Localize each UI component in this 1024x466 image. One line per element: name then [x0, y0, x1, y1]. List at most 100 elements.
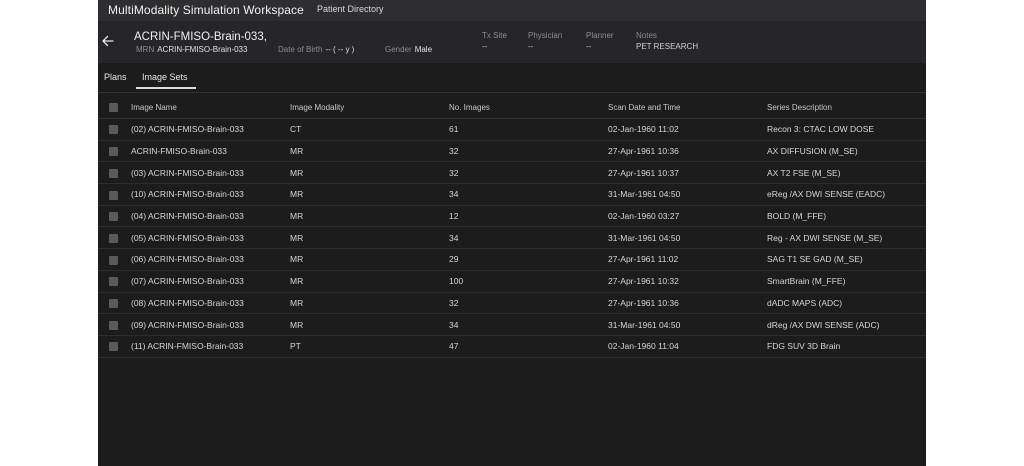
row-checkbox[interactable]: [109, 147, 118, 157]
table-row[interactable]: (08) ACRIN-FMISO-Brain-033 MR 32 27-Apr-196…: [98, 292, 926, 315]
table-row[interactable]: (06) ACRIN-FMISO-Brain-033 MR 29 27-Apr-196…: [98, 248, 926, 271]
image-count-cell: 32: [449, 292, 608, 315]
row-select-cell: [98, 313, 131, 336]
image-count-cell: 47: [449, 335, 608, 358]
row-checkbox[interactable]: [109, 168, 118, 178]
gender-info: Gender Male: [385, 45, 432, 54]
row-select-cell: [98, 248, 131, 271]
image-count-cell: 12: [449, 205, 608, 228]
table-row[interactable]: ACRIN-FMISO-Brain-033 MR 32 27-Apr-1961 10:…: [98, 140, 926, 163]
scan-date-cell: 27-Apr-1961 10:36: [608, 292, 767, 315]
image-name-cell: (11) ACRIN-FMISO-Brain-033: [131, 335, 290, 358]
app-window: MultiModality Simulation Workspace Patie…: [98, 0, 926, 466]
modality-cell: CT: [290, 118, 449, 141]
image-sets-table: Image Name Image Modality No. Images Sca…: [98, 96, 926, 358]
image-count-cell: 34: [449, 313, 608, 336]
col-header-series-description[interactable]: Series Description: [767, 96, 926, 119]
row-select-cell: [98, 292, 131, 315]
image-name-cell: (03) ACRIN-FMISO-Brain-033: [131, 161, 290, 185]
modality-cell: MR: [290, 313, 449, 336]
table-header-row: Image Name Image Modality No. Images Sca…: [98, 96, 926, 119]
patient-name: ACRIN-FMISO-Brain-033,: [134, 31, 267, 43]
image-count-cell: 61: [449, 118, 608, 141]
table-row[interactable]: (05) ACRIN-FMISO-Brain-033 MR 34 31-Mar-196…: [98, 226, 926, 250]
tx-site-field: Tx Site --: [482, 31, 507, 51]
tab-image-sets[interactable]: Image Sets: [136, 72, 195, 89]
image-name-cell: (09) ACRIN-FMISO-Brain-033: [131, 313, 290, 336]
row-select-cell: [98, 183, 131, 206]
series-description-cell: SAG T1 SE GAD (M_SE): [767, 248, 926, 271]
table-row[interactable]: (03) ACRIN-FMISO-Brain-033 MR 32 27-Apr-196…: [98, 161, 926, 185]
select-all-checkbox[interactable]: [109, 102, 118, 112]
row-checkbox[interactable]: [109, 212, 118, 222]
series-description-cell: Reg - AX DWI SENSE (M_SE): [767, 226, 926, 250]
dob-label: Date of Birth: [278, 45, 323, 54]
notes-value: PET RESEARCH: [636, 42, 699, 51]
modality-cell: MR: [290, 205, 449, 228]
image-count-cell: 34: [449, 183, 608, 206]
gender-value: Male: [414, 45, 433, 54]
col-header-no-images[interactable]: No. Images: [449, 96, 608, 119]
series-description-cell: FDG SUV 3D Brain: [767, 335, 926, 358]
scan-date-cell: 31-Mar-1961 04:50: [608, 313, 767, 336]
physician-field: Physician --: [528, 31, 562, 51]
image-name-cell: (05) ACRIN-FMISO-Brain-033: [131, 226, 290, 250]
back-arrow-icon[interactable]: [101, 34, 115, 48]
notes-label: Notes: [636, 31, 657, 40]
modality-cell: MR: [290, 140, 449, 163]
image-count-cell: 32: [449, 140, 608, 163]
series-description-cell: dADC MAPS (ADC): [767, 292, 926, 315]
image-count-cell: 34: [449, 226, 608, 250]
patient-header: ACRIN-FMISO-Brain-033, MRN ACRIN-FMISO-Br…: [98, 21, 926, 63]
planner-field: Planner --: [586, 31, 614, 51]
patient-directory-link[interactable]: Patient Directory: [317, 4, 384, 14]
table-row[interactable]: (02) ACRIN-FMISO-Brain-033 CT 61 02-Jan-196…: [98, 118, 926, 141]
row-checkbox[interactable]: [109, 233, 118, 243]
row-checkbox[interactable]: [109, 320, 118, 330]
col-header-scan-date[interactable]: Scan Date and Time: [608, 96, 767, 119]
image-name-cell: (10) ACRIN-FMISO-Brain-033: [131, 183, 290, 206]
tab-plans[interactable]: Plans: [104, 72, 127, 82]
scan-date-cell: 31-Mar-1961 04:50: [608, 183, 767, 206]
modality-cell: MR: [290, 292, 449, 315]
image-count-cell: 32: [449, 161, 608, 185]
mrn-info: MRN ACRIN-FMISO-Brain-033: [136, 45, 247, 54]
notes-field: Notes PET RESEARCH: [636, 31, 698, 51]
dob-info: Date of Birth -- ( -- y ): [278, 45, 354, 54]
image-name-cell: (06) ACRIN-FMISO-Brain-033: [131, 248, 290, 271]
scan-date-cell: 27-Apr-1961 10:36: [608, 140, 767, 163]
row-checkbox[interactable]: [109, 125, 118, 135]
image-count-cell: 29: [449, 248, 608, 271]
table-row[interactable]: (10) ACRIN-FMISO-Brain-033 MR 34 31-Mar-196…: [98, 183, 926, 206]
image-count-cell: 100: [449, 270, 608, 293]
row-checkbox[interactable]: [109, 190, 118, 200]
series-description-cell: Recon 3: CTAC LOW DOSE: [767, 118, 926, 141]
series-description-cell: BOLD (M_FFE): [767, 205, 926, 228]
scan-date-cell: 27-Apr-1961 10:32: [608, 270, 767, 293]
col-header-image-modality[interactable]: Image Modality: [290, 96, 449, 119]
top-bar: MultiModality Simulation Workspace Patie…: [98, 0, 926, 21]
row-checkbox[interactable]: [109, 342, 118, 352]
physician-label: Physician: [528, 31, 563, 40]
series-description-cell: AX DIFFUSION (M_SE): [767, 140, 926, 163]
modality-cell: PT: [290, 335, 449, 358]
app-title: MultiModality Simulation Workspace: [108, 3, 304, 17]
row-select-cell: [98, 335, 131, 358]
row-checkbox[interactable]: [109, 298, 118, 308]
image-name-cell: ACRIN-FMISO-Brain-033: [131, 140, 290, 163]
scan-date-cell: 02-Jan-1960 11:02: [608, 118, 767, 141]
row-select-cell: [98, 140, 131, 163]
row-select-cell: [98, 205, 131, 228]
table-row[interactable]: (07) ACRIN-FMISO-Brain-033 MR 100 27-Apr-19…: [98, 270, 926, 293]
row-checkbox[interactable]: [109, 277, 118, 287]
table-row[interactable]: (11) ACRIN-FMISO-Brain-033 PT 47 02-Jan-196…: [98, 335, 926, 358]
scan-date-cell: 31-Mar-1961 04:50: [608, 226, 767, 250]
row-checkbox[interactable]: [109, 255, 118, 265]
table-row[interactable]: (09) ACRIN-FMISO-Brain-033 MR 34 31-Mar-196…: [98, 313, 926, 336]
col-header-image-name[interactable]: Image Name: [131, 96, 290, 119]
scan-date-cell: 02-Jan-1960 11:04: [608, 335, 767, 358]
series-description-cell: dReg /AX DWI SENSE (ADC): [767, 313, 926, 336]
modality-cell: MR: [290, 226, 449, 250]
table-row[interactable]: (04) ACRIN-FMISO-Brain-033 MR 12 02-Jan-196…: [98, 205, 926, 228]
planner-label: Planner: [586, 31, 614, 40]
